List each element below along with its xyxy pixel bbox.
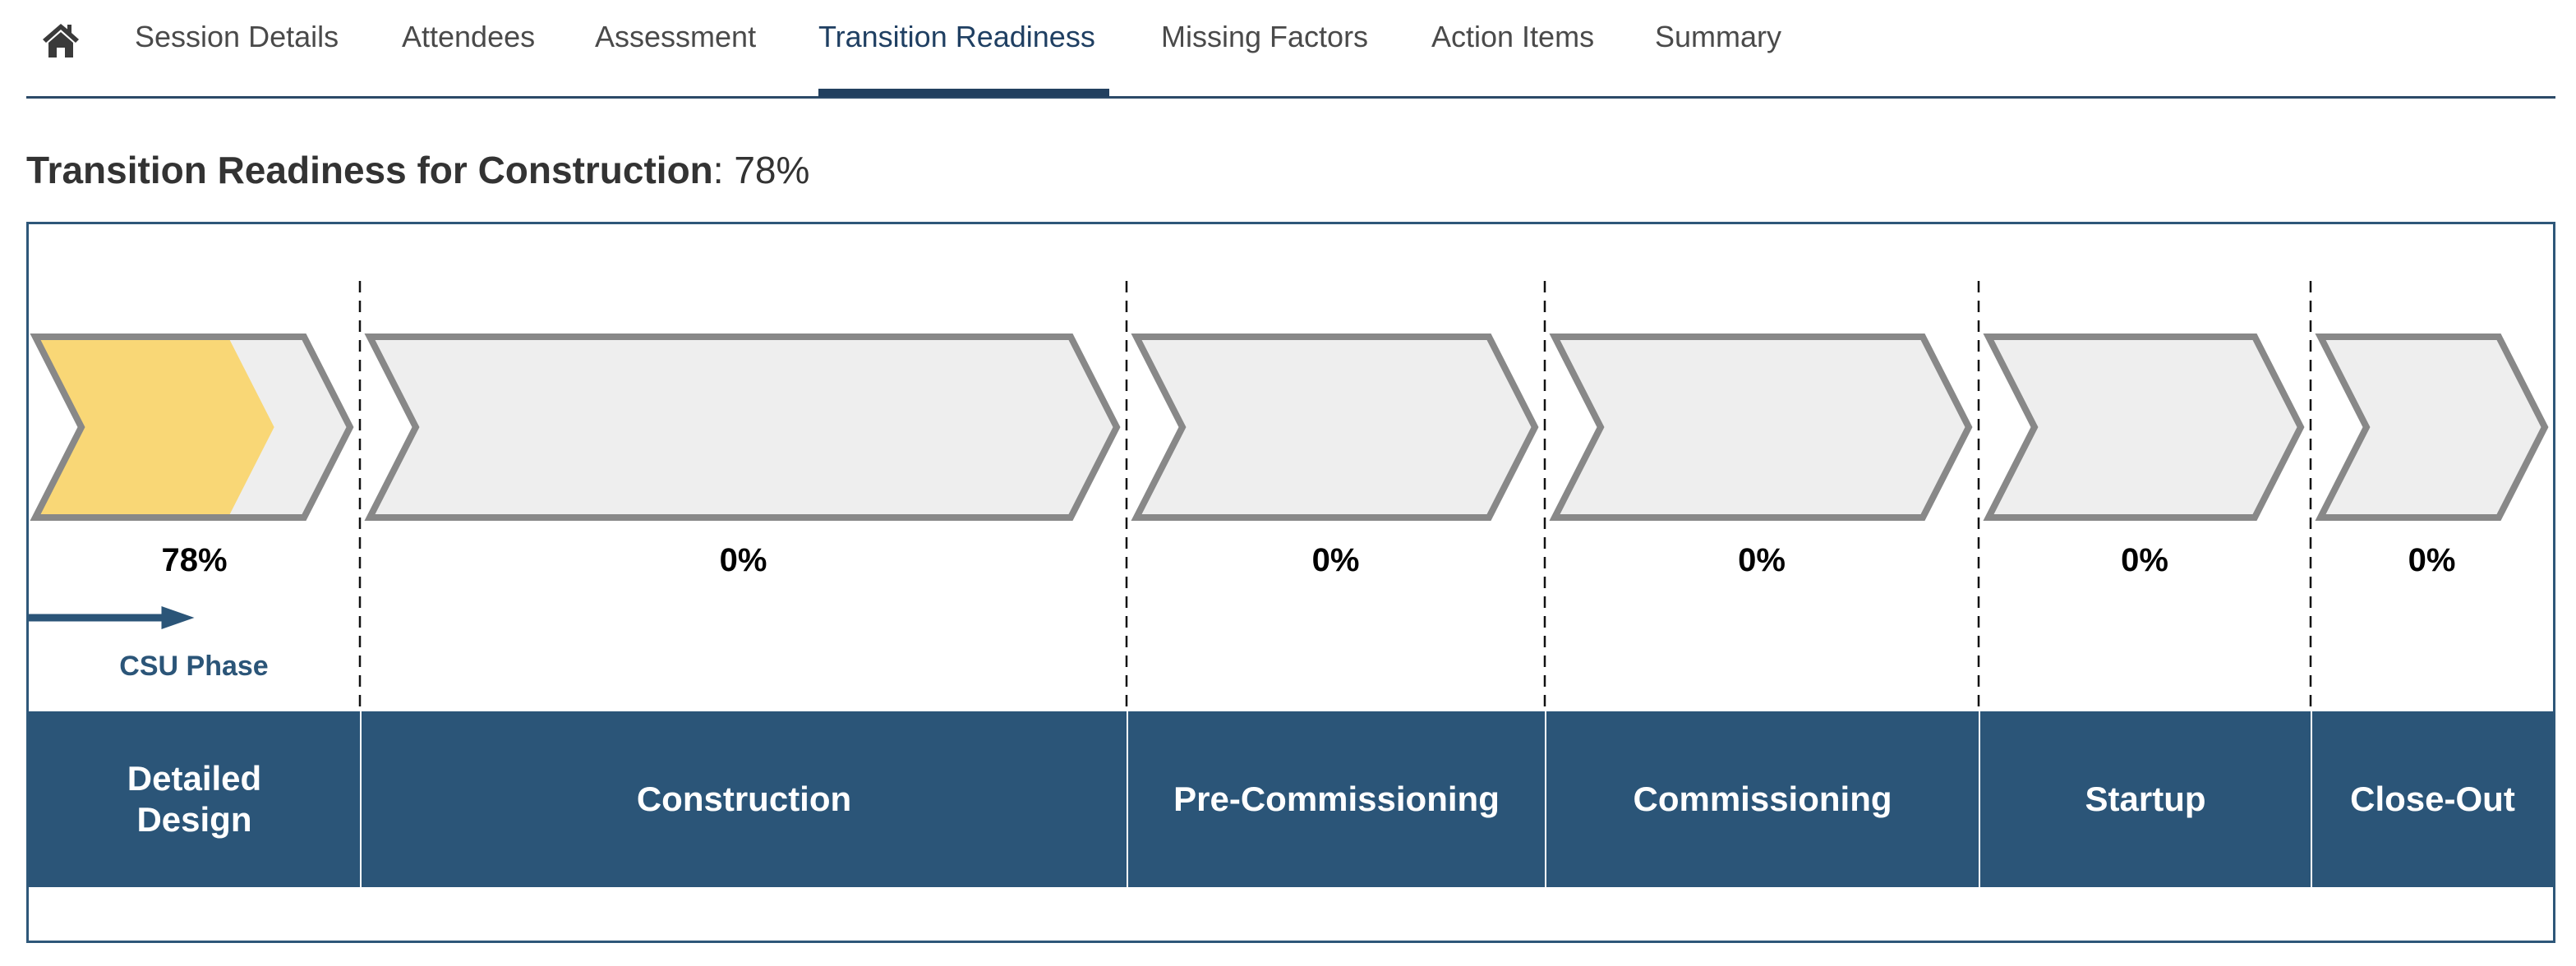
phase-name: Commissioning — [1633, 780, 1892, 818]
phase-header-cell: Commissioning — [1545, 711, 1979, 887]
phase-percent-label: 0% — [1738, 542, 1786, 578]
phase-name: Detailed Design — [127, 759, 262, 839]
phase-chevron-background — [1136, 337, 1535, 518]
phase-name: Pre-Commissioning — [1173, 780, 1500, 818]
phase-percent-label: 0% — [719, 542, 767, 578]
phase-header-cell: Detailed Design — [29, 711, 360, 887]
phase-percent-label: 0% — [2121, 542, 2168, 578]
phase-name: Close-Out — [2350, 780, 2515, 818]
phase-percent-label: 0% — [2408, 542, 2456, 578]
phase-chevron-background — [370, 337, 1117, 518]
phase-percent-label: 0% — [1311, 542, 1360, 578]
phase-header-cell: Pre-Commissioning — [1127, 711, 1545, 887]
csu-phase-label: CSU Phase — [119, 651, 269, 682]
phase-header-cell: Construction — [360, 711, 1127, 887]
csu-phase-arrow-head — [161, 606, 195, 629]
phase-header-cell: Close-Out — [2311, 711, 2553, 887]
phase-percent-label: 78% — [161, 542, 228, 578]
phase-name: Startup — [2085, 780, 2206, 818]
phase-progress-fill — [35, 337, 274, 518]
phase-header-cell: Startup — [1979, 711, 2311, 887]
phase-name: Construction — [636, 780, 852, 818]
phase-chevron-background — [1555, 337, 1969, 518]
